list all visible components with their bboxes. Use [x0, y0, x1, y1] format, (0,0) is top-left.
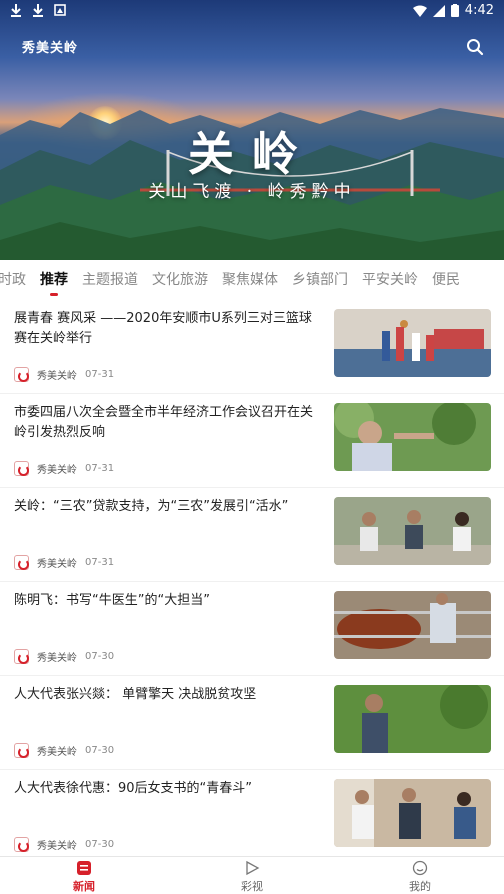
tab-safe-guanling[interactable]: 平安关岭	[362, 269, 418, 291]
source-logo-icon	[14, 555, 29, 570]
news-item[interactable]: 人大代表张兴燚： 单臂擎天 决战脱贫攻坚 秀美关岭 07-30	[0, 676, 504, 770]
nav-profile[interactable]: 我的	[380, 860, 460, 894]
tab-topics[interactable]: 主题报道	[82, 269, 138, 291]
download-icon	[11, 4, 21, 17]
news-title: 人大代表徐代惠：90后女支书的“青春斗”	[14, 781, 253, 796]
news-source: 秀美关岭	[37, 653, 77, 664]
news-source: 秀美关岭	[37, 465, 77, 476]
news-date: 07-30	[85, 839, 115, 850]
status-bar: 4:42	[0, 0, 504, 24]
nav-video-label: 彩视	[241, 880, 263, 893]
profile-icon	[412, 860, 428, 876]
meeting-photo	[334, 497, 491, 565]
news-title: 关岭：“三农”贷款支持，为“三农”发展引“活水”	[14, 499, 289, 514]
bottom-nav: 新闻 彩视 我的	[0, 856, 504, 894]
source-logo-icon	[14, 367, 29, 382]
basketball-photo	[334, 309, 491, 377]
news-date: 07-31	[85, 557, 115, 568]
news-title: 陈明飞：书写“牛医生”的“大担当”	[14, 593, 210, 608]
status-time: 4:42	[464, 3, 494, 18]
signal-icon	[432, 4, 445, 17]
source-logo-icon	[14, 837, 29, 852]
news-item[interactable]: 展青春 赛风采 ——2020年安顺市U系列三对三篮球赛在关岭举行 秀美关岭 07…	[0, 300, 504, 394]
hero-subtitle: 关山飞渡 · 岭秀黔中	[148, 182, 356, 202]
category-tabs: 时政 推荐 主题报道 文化旅游 聚焦媒体 乡镇部门 平安关岭 便民	[0, 260, 504, 300]
tab-media-focus[interactable]: 聚焦媒体	[222, 269, 278, 291]
news-meta: 秀美关岭 07-31	[14, 367, 114, 382]
news-date: 07-30	[85, 745, 115, 756]
source-logo-icon	[14, 649, 29, 664]
news-list: 展青春 赛风采 ——2020年安顺市U系列三对三篮球赛在关岭举行 秀美关岭 07…	[0, 300, 504, 856]
farmer-photo	[334, 685, 491, 753]
download-icon	[33, 4, 43, 17]
news-source: 秀美关岭	[37, 371, 77, 382]
news-source: 秀美关岭	[37, 747, 77, 758]
orchard-photo	[334, 403, 491, 471]
news-meta: 秀美关岭 07-30	[14, 649, 114, 664]
news-meta: 秀美关岭 07-31	[14, 555, 114, 570]
nav-news-label: 新闻	[73, 880, 95, 893]
news-date: 07-31	[85, 463, 115, 474]
tab-towns-departments[interactable]: 乡镇部门	[292, 269, 348, 291]
wifi-icon	[412, 5, 427, 17]
app-title: 秀美关岭	[22, 41, 79, 56]
news-meta: 秀美关岭 07-30	[14, 743, 114, 758]
nav-profile-label: 我的	[409, 880, 431, 893]
news-icon	[77, 861, 91, 875]
image-icon	[54, 4, 66, 16]
cattle-photo	[334, 591, 491, 659]
source-logo-icon	[14, 743, 29, 758]
visit-photo	[334, 779, 491, 847]
source-logo-icon	[14, 461, 29, 476]
news-source: 秀美关岭	[37, 559, 77, 570]
news-item[interactable]: 关岭：“三农”贷款支持，为“三农”发展引“活水” 秀美关岭 07-31	[0, 488, 504, 582]
news-title: 人大代表张兴燚： 单臂擎天 决战脱贫攻坚	[14, 687, 257, 702]
hero-title: 关岭	[188, 127, 316, 181]
tab-services[interactable]: 便民	[432, 269, 460, 291]
nav-video[interactable]: 彩视	[212, 860, 292, 894]
news-title: 市委四届八次全会暨全市半年经济工作会议召开在关岭引发热烈反响	[14, 405, 314, 440]
hero-banner: 4:42 秀美关岭 关岭 关山飞渡 · 岭秀黔中	[0, 0, 504, 260]
news-item[interactable]: 市委四届八次全会暨全市半年经济工作会议召开在关岭引发热烈反响 秀美关岭 07-3…	[0, 394, 504, 488]
news-date: 07-30	[85, 651, 115, 662]
nav-news[interactable]: 新闻	[44, 860, 124, 894]
news-item[interactable]: 陈明飞：书写“牛医生”的“大担当” 秀美关岭 07-30	[0, 582, 504, 676]
news-source: 秀美关岭	[37, 841, 77, 852]
news-title: 展青春 赛风采 ——2020年安顺市U系列三对三篮球赛在关岭举行	[14, 311, 312, 346]
news-meta: 秀美关岭 07-31	[14, 461, 114, 476]
news-item[interactable]: 人大代表徐代惠：90后女支书的“青春斗” 秀美关岭 07-30	[0, 770, 504, 856]
tab-culture-tourism[interactable]: 文化旅游	[152, 269, 208, 291]
battery-icon	[450, 4, 459, 17]
tab-politics[interactable]: 时政	[0, 269, 26, 291]
play-icon	[246, 860, 260, 876]
news-meta: 秀美关岭 07-30	[14, 837, 114, 852]
news-date: 07-31	[85, 369, 115, 380]
tab-recommend[interactable]: 推荐	[40, 269, 68, 296]
search-icon[interactable]	[466, 38, 484, 56]
